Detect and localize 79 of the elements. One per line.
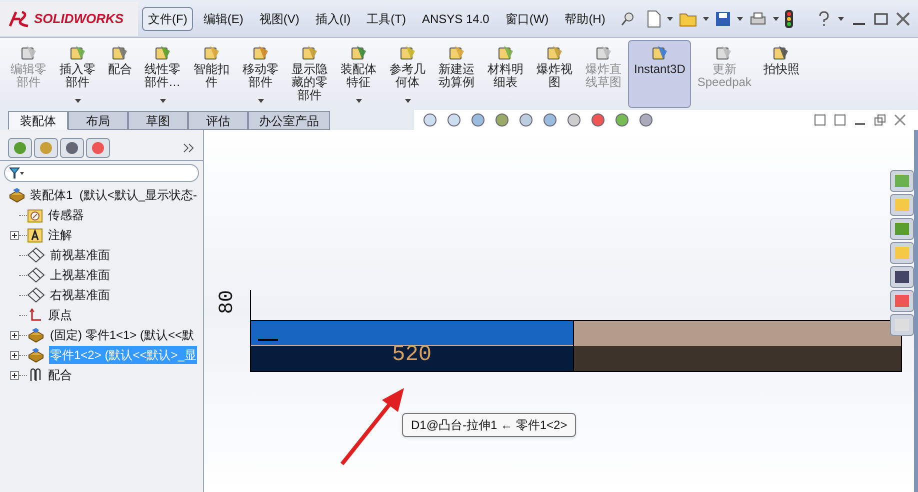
menu-item[interactable]: 帮助(H): [558, 6, 612, 30]
expand-icon[interactable]: [10, 370, 19, 380]
close-icon[interactable]: [894, 114, 906, 126]
expand-icon[interactable]: [10, 330, 19, 340]
expand-chevrons-icon[interactable]: [183, 143, 195, 153]
caret-icon[interactable]: [737, 16, 744, 20]
caret-icon[interactable]: [838, 16, 844, 20]
caret-icon: [160, 99, 166, 103]
part-icon: [27, 327, 45, 343]
dimension-extension-line: [250, 290, 251, 320]
ribbon-button[interactable]: 拍快照: [757, 40, 806, 108]
help-icon[interactable]: [818, 10, 830, 26]
expand-icon[interactable]: [10, 350, 19, 360]
tree-item[interactable]: 前视基准面: [49, 246, 111, 264]
menu-item[interactable]: 编辑(E): [197, 6, 250, 30]
ribbon-button[interactable]: 参考几何体: [383, 40, 432, 108]
folder-letter-icon: [27, 227, 43, 243]
ribbon-button[interactable]: 材料明细表: [481, 40, 530, 108]
caret-icon: [404, 99, 410, 103]
tree-item[interactable]: 原点: [47, 306, 73, 324]
window-icon[interactable]: [834, 114, 846, 126]
menu-item[interactable]: 窗口(W): [499, 6, 555, 30]
close-icon[interactable]: [896, 12, 910, 26]
folder-gauge-icon: [27, 207, 43, 223]
tree-item[interactable]: 右视基准面: [49, 286, 111, 304]
ribbon-button[interactable]: Instant3D: [628, 40, 692, 108]
window-icon[interactable]: [814, 114, 826, 126]
caret-icon: [74, 99, 80, 103]
tab[interactable]: 评估: [188, 111, 248, 130]
ribbon-button[interactable]: 线性零部件…: [138, 40, 187, 108]
ribbon-button[interactable]: 显示隐藏的零部件: [285, 40, 334, 108]
caret-icon[interactable]: [667, 16, 674, 20]
tree-item[interactable]: 配合: [47, 366, 73, 384]
tree-item[interactable]: 注解: [47, 226, 73, 244]
dimension-line: [258, 339, 278, 341]
ribbon-button[interactable]: 移动零部件: [236, 40, 285, 108]
tree-item[interactable]: 传感器: [47, 206, 85, 224]
maximize-icon[interactable]: [874, 12, 888, 26]
restore-icon[interactable]: [874, 114, 886, 126]
save-icon[interactable]: [715, 10, 732, 26]
plane-icon: [27, 287, 45, 303]
tab[interactable]: 布局: [68, 111, 128, 130]
tree-item[interactable]: (固定) 零件1<1> (默认<<默: [49, 326, 196, 344]
part-icon: [27, 347, 45, 363]
logo-text: SOLIDWORKS: [34, 10, 124, 28]
ribbon-button[interactable]: 新建运动算例: [432, 40, 481, 108]
plane-icon: [27, 267, 45, 283]
caret-icon[interactable]: [773, 16, 780, 20]
caret-icon: [356, 99, 362, 103]
logo-mark-icon: [8, 10, 30, 28]
menu-item[interactable]: ANSYS 14.0: [416, 6, 496, 30]
ribbon-button[interactable]: 装配体特征: [334, 40, 383, 108]
menu-item[interactable]: 文件(F): [142, 6, 194, 30]
tree-item[interactable]: 上视基准面: [49, 266, 111, 284]
printer-icon[interactable]: [749, 10, 768, 26]
menu-item[interactable]: 工具(T): [360, 6, 412, 30]
ribbon-button[interactable]: 配合: [102, 40, 138, 108]
filter-icon: [9, 167, 25, 179]
caret-icon[interactable]: [703, 16, 710, 20]
tab[interactable]: 装配体: [8, 111, 68, 130]
traffic-light-icon[interactable]: [785, 10, 794, 28]
origin-icon: [27, 307, 43, 323]
ribbon-button[interactable]: 插入零部件: [53, 40, 102, 108]
horizontal-dimension: 520: [392, 344, 432, 366]
plane-icon: [27, 247, 45, 263]
menu-item[interactable]: 视图(V): [253, 6, 306, 30]
tooltip: D1@凸台-拉伸1 ← 零件1<2>: [402, 413, 576, 437]
tree-root-label[interactable]: 装配体1 (默认<默认_显示状态-: [30, 186, 198, 204]
new-document-icon[interactable]: [647, 10, 662, 28]
ribbon-button[interactable]: 爆炸视图: [530, 40, 579, 108]
tab[interactable]: 草图: [128, 111, 188, 130]
part-icon: [8, 187, 26, 203]
filter-field[interactable]: [4, 164, 199, 182]
tab[interactable]: 办公室产品: [248, 111, 330, 130]
expand-icon[interactable]: [10, 230, 19, 240]
vertical-dimension: 80: [218, 290, 238, 314]
menu-item[interactable]: 插入(I): [309, 6, 357, 30]
caret-icon: [258, 99, 264, 103]
ribbon-button[interactable]: 智能扣件: [187, 40, 236, 108]
